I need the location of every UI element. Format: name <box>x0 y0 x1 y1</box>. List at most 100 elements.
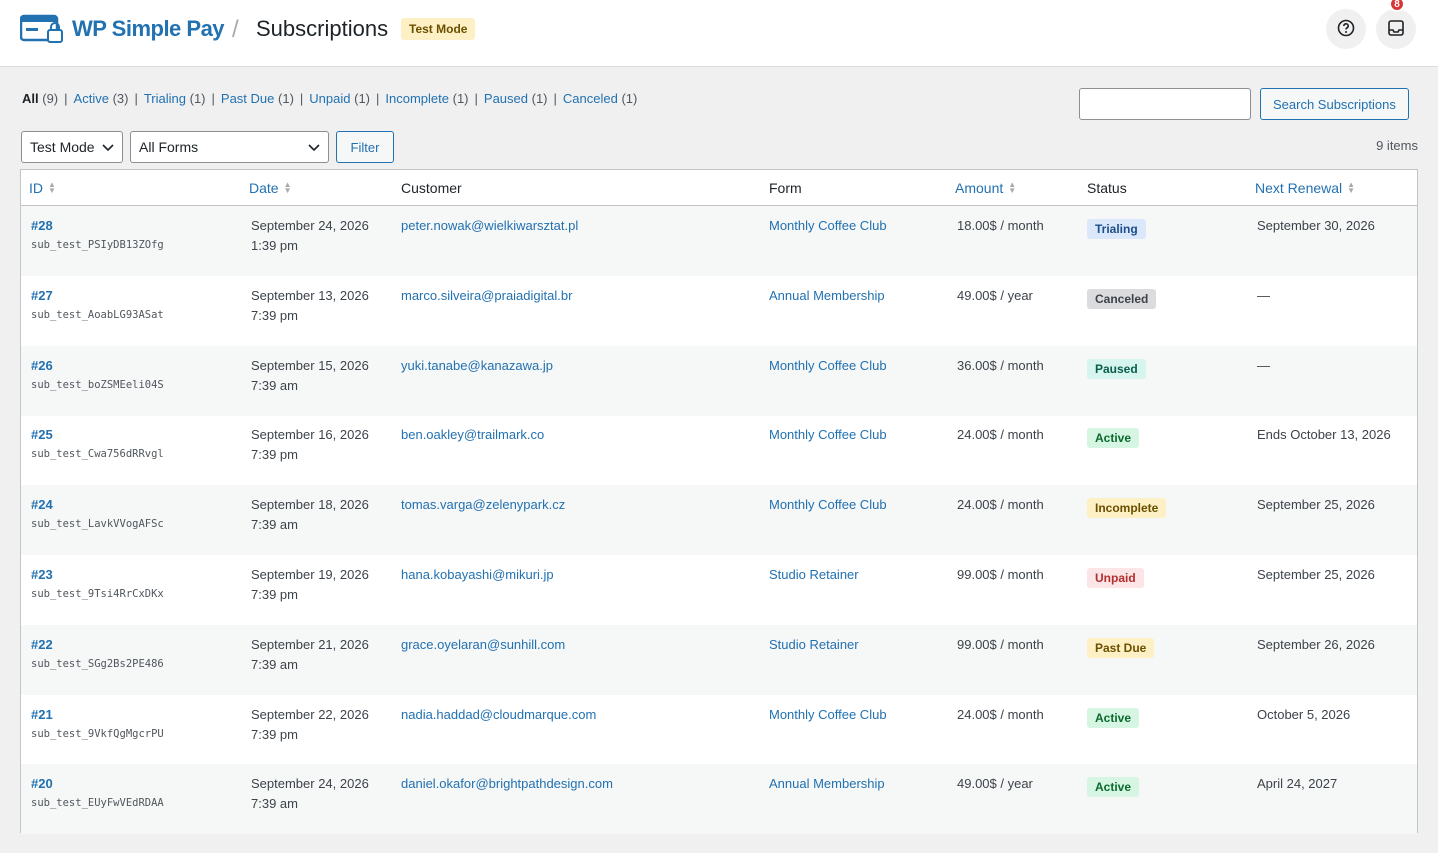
table-row: #26 sub_test_boZSMEeli04S September 15, 20… <box>21 345 1417 416</box>
date-text: September 19, 2026 <box>251 567 369 582</box>
column-header-id-label: ID <box>29 180 43 196</box>
view-link-active[interactable]: Active <box>74 91 109 106</box>
subscription-id-link[interactable]: #25 <box>31 425 164 445</box>
date-text: September 18, 2026 <box>251 497 369 513</box>
customer-email-link[interactable]: nadia.haddad@cloudmarque.com <box>401 705 596 725</box>
customer-email-link[interactable]: tomas.varga@zelenypark.cz <box>401 495 565 515</box>
table-row: #24 sub_test_LavkVVogAFSc September 18, 20… <box>21 485 1417 556</box>
table-row: #25 sub_test_Cwa756dRRvgl September 16, 20… <box>21 415 1417 485</box>
table-row: #28 sub_test_PSIyDB13ZOfg September 24, 20… <box>21 206 1417 276</box>
date-text: September 13, 2026 <box>251 287 369 303</box>
subscription-id-link[interactable]: #28 <box>31 216 164 236</box>
brand-logo[interactable]: WP Simple Pay <box>20 14 225 44</box>
customer-email-link[interactable]: grace.oyelaran@sunhill.com <box>401 635 565 655</box>
view-link-unpaid[interactable]: Unpaid <box>309 91 350 106</box>
view-link-past-due[interactable]: Past Due <box>221 91 274 106</box>
column-header-amount-label: Amount <box>955 180 1004 196</box>
status-cell: Past Due <box>1087 637 1155 658</box>
column-header-amount[interactable]: Amount ▲ ▼ <box>955 180 1016 196</box>
amount-cell: 24.00$ / month <box>957 497 1044 513</box>
customer-email-link[interactable]: yuki.tanabe@kanazawa.jp <box>401 356 553 376</box>
view-count: (1) <box>452 91 469 106</box>
form-link[interactable]: Annual Membership <box>769 774 885 794</box>
view-count: (9) <box>42 91 59 106</box>
form-link[interactable]: Studio Retainer <box>769 635 859 655</box>
view-link-trialing[interactable]: Trialing <box>144 91 186 106</box>
search-subscriptions-button[interactable]: Search Subscriptions <box>1260 88 1409 120</box>
stripe-subscription-id: sub_test_AoabLG93ASat <box>31 308 164 321</box>
date-cell: September 13, 2026 7:39 pm <box>251 286 369 326</box>
subscription-id-link[interactable]: #27 <box>31 286 164 306</box>
customer-email-link[interactable]: ben.oakley@trailmark.co <box>401 425 544 445</box>
mode-select-value: Test Mode <box>30 139 95 155</box>
subscription-id-link[interactable]: #24 <box>31 495 164 515</box>
view-link-canceled[interactable]: Canceled <box>563 91 618 106</box>
form-link[interactable]: Monthly Coffee Club <box>769 356 887 376</box>
status-cell: Canceled <box>1087 288 1157 309</box>
view-link-paused[interactable]: Paused <box>484 91 528 106</box>
filter-button[interactable]: Filter <box>336 131 394 163</box>
time-text: 7:39 pm <box>251 726 298 742</box>
search-input[interactable] <box>1079 88 1251 120</box>
stripe-subscription-id: sub_test_PSIyDB13ZOfg <box>31 239 164 251</box>
time-text: 7:39 pm <box>251 307 298 323</box>
form-link[interactable]: Monthly Coffee Club <box>769 216 887 236</box>
column-header-status: Status <box>1087 180 1127 196</box>
stripe-subscription-id: sub_test_boZSMEeli04S <box>31 378 164 391</box>
form-link[interactable]: Monthly Coffee Club <box>769 425 887 445</box>
view-link-incomplete[interactable]: Incomplete <box>385 91 449 106</box>
id-cell: #23 sub_test_9Tsi4RrCxDKx <box>31 565 164 601</box>
column-header-form: Form <box>769 180 802 196</box>
form-link[interactable]: Monthly Coffee Club <box>769 705 887 725</box>
page-title: Subscriptions <box>256 16 389 41</box>
next-renewal-cell: September 25, 2026 <box>1257 567 1375 582</box>
column-header-next-renewal[interactable]: Next Renewal ▲ ▼ <box>1255 180 1355 196</box>
view-count: (1) <box>278 91 294 106</box>
amount-cell: 99.00$ / month <box>957 567 1044 582</box>
time-text: 7:39 am <box>251 377 298 393</box>
mode-select[interactable]: Test Mode <box>21 131 123 163</box>
brand-name: WP Simple Pay <box>72 16 225 41</box>
status-cell: Incomplete <box>1087 498 1167 519</box>
breadcrumb-separator: / <box>232 16 239 43</box>
subscription-id-link[interactable]: #21 <box>31 705 164 725</box>
view-separator: | <box>474 91 478 106</box>
table-header: ID ▲ ▼ Date ▲ ▼ Customer Form Amount ▲ ▼ St… <box>21 170 1417 206</box>
form-link[interactable]: Studio Retainer <box>769 565 859 585</box>
status-badge: Trialing <box>1087 219 1146 239</box>
column-header-customer-label: Customer <box>401 180 462 196</box>
id-cell: #20 sub_test_EUyFwVEdRDAA <box>31 774 164 810</box>
status-badge: Canceled <box>1087 288 1157 309</box>
view-separator: | <box>299 91 304 106</box>
next-renewal-cell: Ends October 13, 2026 <box>1257 427 1391 443</box>
customer-email-link[interactable]: marco.silveira@praiadigital.br <box>401 286 572 306</box>
customer-email-link[interactable]: hana.kobayashi@mikuri.jp <box>401 565 554 585</box>
column-header-id[interactable]: ID ▲ ▼ <box>29 180 56 196</box>
subscription-id-link[interactable]: #26 <box>31 356 164 376</box>
help-button[interactable] <box>1326 9 1366 49</box>
form-link[interactable]: Monthly Coffee Club <box>769 495 887 515</box>
view-count: (1) <box>354 91 371 106</box>
subscription-id-link[interactable]: #23 <box>31 565 164 585</box>
subscription-id-link[interactable]: #20 <box>31 774 164 794</box>
amount-cell: 36.00$ / month <box>957 357 1044 373</box>
view-link-all[interactable]: All <box>22 91 39 106</box>
form-link[interactable]: Annual Membership <box>769 286 885 306</box>
subscription-id-link[interactable]: #22 <box>31 635 164 655</box>
status-cell: Active <box>1087 428 1140 449</box>
wallet-card-icon <box>20 14 64 44</box>
notifications-button[interactable] <box>1376 9 1416 49</box>
date-text: September 16, 2026 <box>251 427 369 443</box>
date-text: September 15, 2026 <box>251 357 369 373</box>
status-badge: Active <box>1087 707 1140 728</box>
forms-select[interactable]: All Forms <box>130 131 329 163</box>
date-cell: September 15, 2026 7:39 am <box>251 356 369 396</box>
customer-email-link[interactable]: peter.nowak@wielkiwarsztat.pl <box>401 216 578 236</box>
column-header-renewal-label: Next Renewal <box>1255 180 1343 196</box>
column-header-date[interactable]: Date ▲ ▼ <box>249 180 292 196</box>
test-mode-badge: Test Mode <box>401 18 476 40</box>
id-cell: #24 sub_test_LavkVVogAFSc <box>31 495 164 531</box>
chevron-down-icon <box>308 139 320 155</box>
customer-email-link[interactable]: daniel.okafor@brightpathdesign.com <box>401 774 613 794</box>
sort-arrows-icon: ▲ ▼ <box>48 180 56 195</box>
